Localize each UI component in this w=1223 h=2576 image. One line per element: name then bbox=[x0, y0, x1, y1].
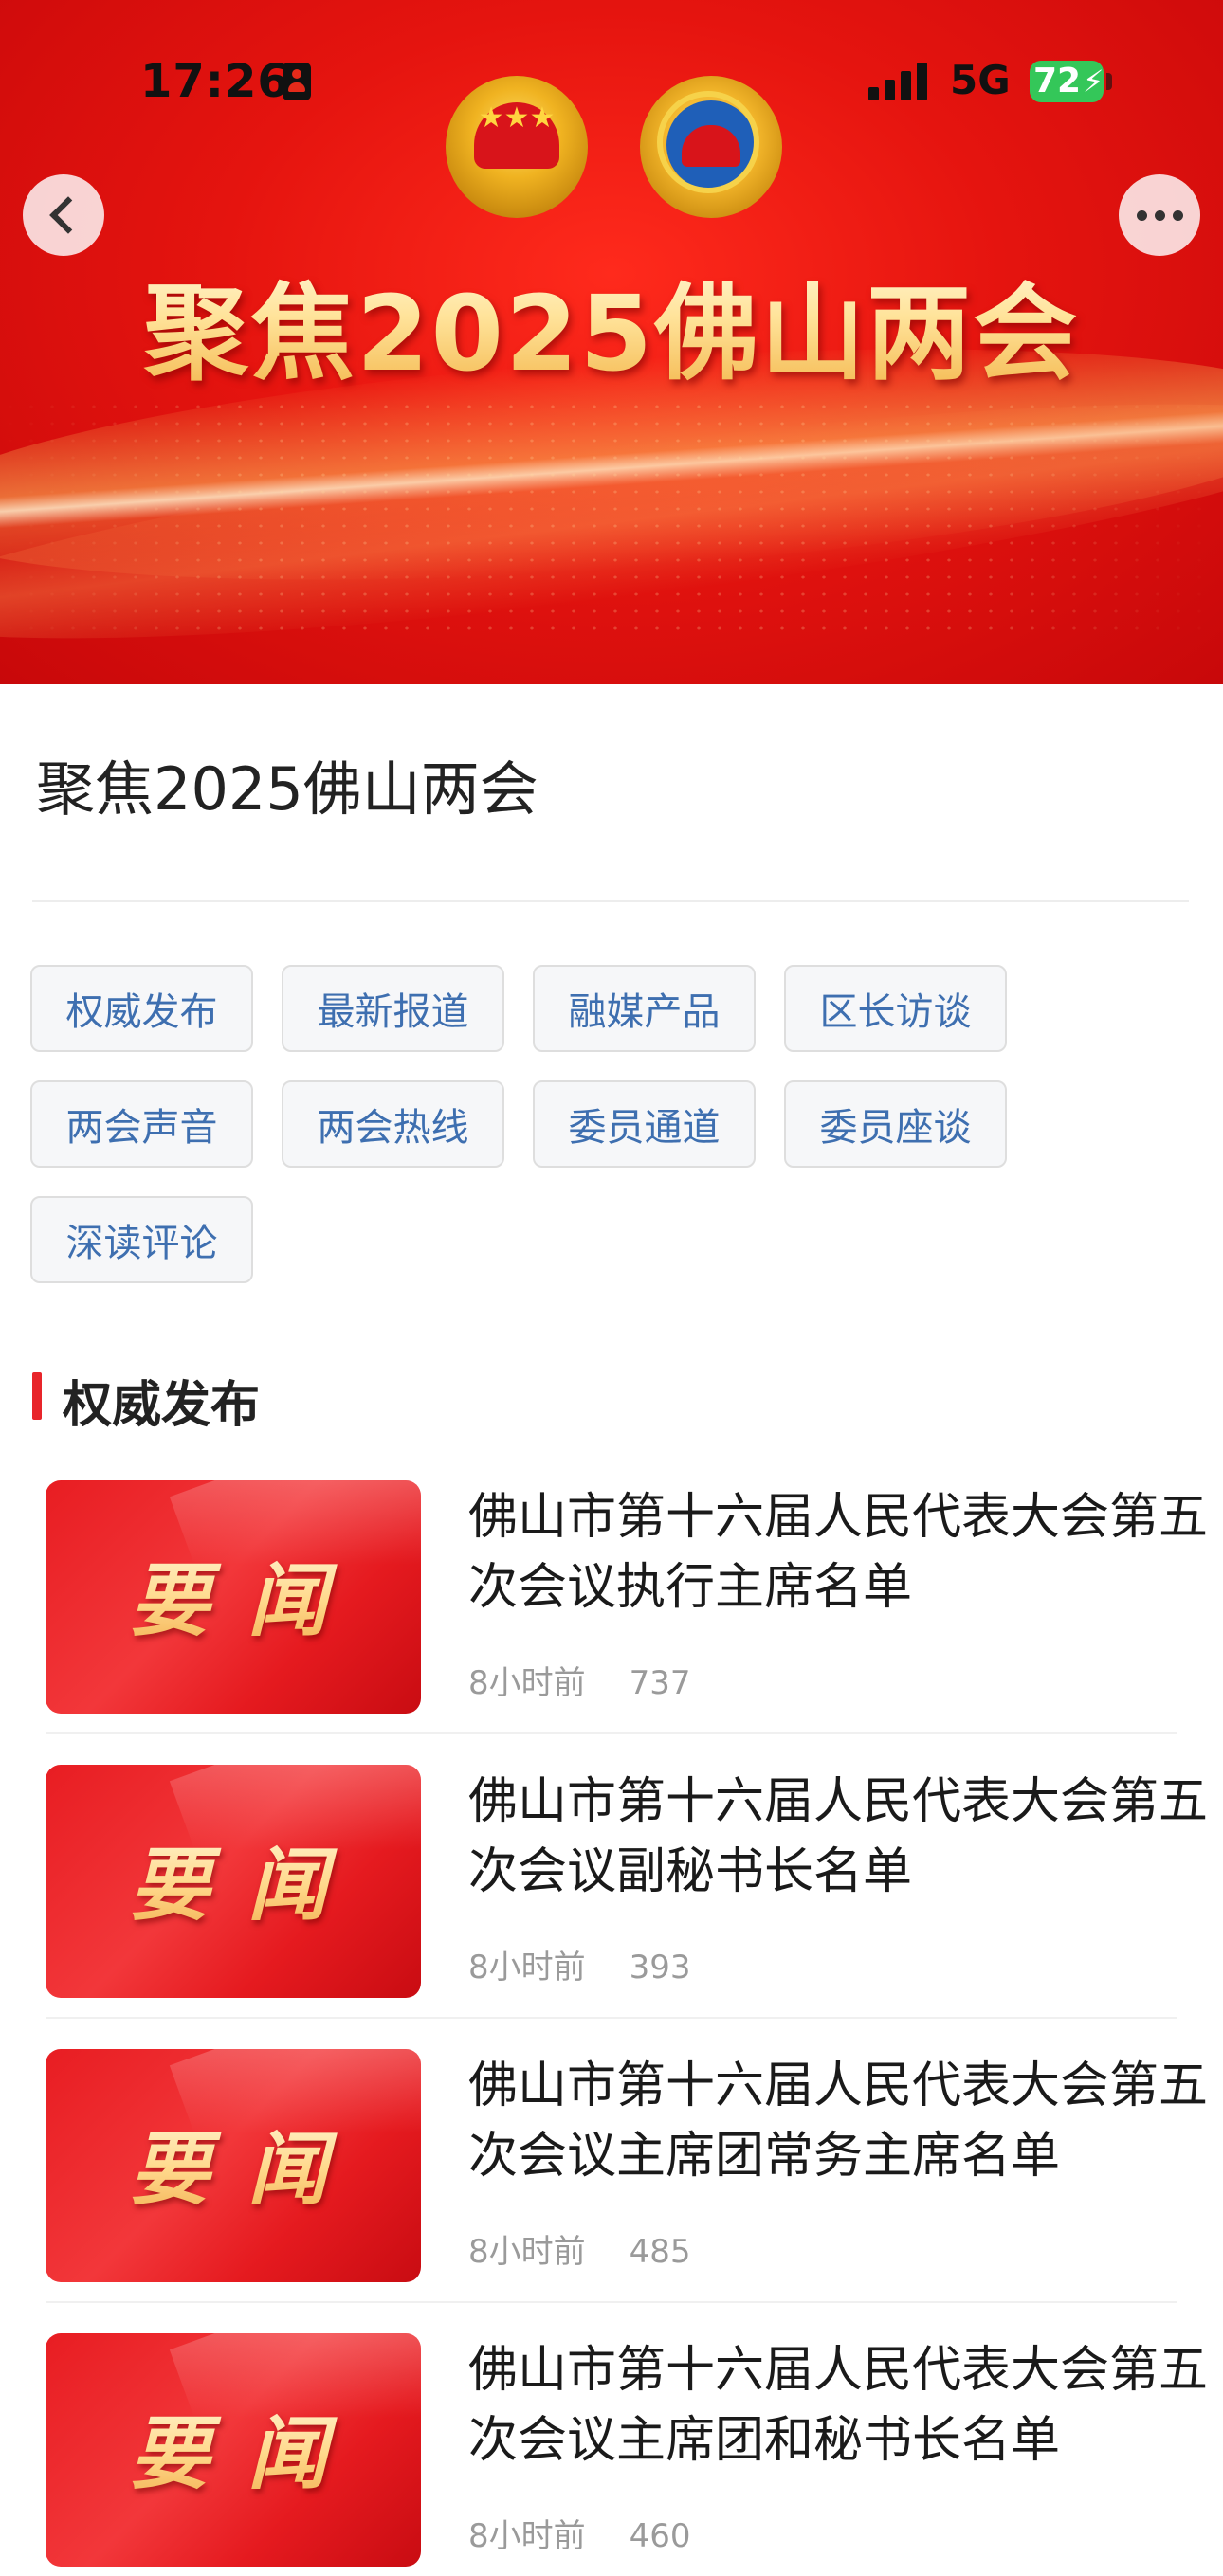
news-meta: 8小时前 460 bbox=[468, 2510, 735, 2556]
back-button[interactable] bbox=[23, 174, 104, 256]
more-dots-icon bbox=[1136, 209, 1183, 221]
tag-media-products[interactable]: 融媒产品 bbox=[533, 965, 756, 1052]
back-chevron-icon bbox=[49, 196, 87, 234]
news-meta: 8小时前 485 bbox=[468, 2225, 735, 2272]
network-label: 5G bbox=[950, 57, 1011, 103]
tag-authoritative-release[interactable]: 权威发布 bbox=[30, 965, 253, 1052]
battery-level: 72 bbox=[1033, 62, 1082, 100]
hero-banner: 17:26 5G 72 ⚡ ★★★ 聚焦2025佛山两会 bbox=[0, 0, 1223, 684]
news-separator bbox=[46, 2301, 1177, 2303]
news-thumbnail: 要闻 bbox=[46, 1480, 421, 1714]
news-thumbnail: 要闻 bbox=[46, 2333, 421, 2567]
signal-icon bbox=[868, 63, 929, 100]
battery-cap bbox=[1106, 73, 1112, 90]
divider bbox=[32, 900, 1189, 902]
news-separator bbox=[46, 2017, 1177, 2019]
news-time: 8小时前 bbox=[468, 1949, 586, 1986]
news-time: 8小时前 bbox=[468, 1664, 586, 1702]
news-headline[interactable]: 佛山市第十六届人民代表大会第五次会议执行主席名单 bbox=[468, 1482, 1223, 1623]
news-item[interactable]: 要闻 佛山市第十六届人民代表大会第五次会议主席团和秘书长名单 8小时前 460 bbox=[46, 2324, 1208, 2567]
news-views: 485 bbox=[629, 2233, 691, 2271]
news-meta: 8小时前 737 bbox=[468, 1657, 735, 1703]
tag-district-interviews[interactable]: 区长访谈 bbox=[784, 965, 1007, 1052]
news-thumbnail: 要闻 bbox=[46, 2049, 421, 2282]
news-item[interactable]: 要闻 佛山市第十六届人民代表大会第五次会议副秘书长名单 8小时前 393 bbox=[46, 1755, 1208, 2019]
charging-bolt-icon: ⚡ bbox=[1083, 63, 1104, 100]
news-meta: 8小时前 393 bbox=[468, 1941, 735, 1987]
news-separator bbox=[46, 1732, 1177, 1734]
news-thumbnail: 要闻 bbox=[46, 1765, 421, 1998]
section-accent-bar bbox=[32, 1372, 42, 1420]
hero-title: 聚焦2025佛山两会 bbox=[0, 248, 1223, 400]
news-item[interactable]: 要闻 佛山市第十六届人民代表大会第五次会议主席团常务主席名单 8小时前 485 bbox=[46, 2040, 1208, 2303]
news-thumbnail-label: 要闻 bbox=[46, 1537, 421, 1652]
news-thumbnail-label: 要闻 bbox=[46, 2390, 421, 2505]
hero-sparkle-dots bbox=[0, 398, 1223, 644]
page-title: 聚焦2025佛山两会 bbox=[36, 754, 538, 824]
status-time: 17:26 bbox=[140, 55, 290, 108]
more-button[interactable] bbox=[1119, 174, 1200, 256]
news-headline[interactable]: 佛山市第十六届人民代表大会第五次会议主席团和秘书长名单 bbox=[468, 2335, 1223, 2476]
tag-sessions-hotline[interactable]: 两会热线 bbox=[282, 1080, 504, 1168]
news-headline[interactable]: 佛山市第十六届人民代表大会第五次会议主席团常务主席名单 bbox=[468, 2051, 1223, 2191]
tag-member-forum[interactable]: 委员座谈 bbox=[784, 1080, 1007, 1168]
news-time: 8小时前 bbox=[468, 2517, 586, 2555]
news-views: 393 bbox=[629, 1949, 691, 1986]
news-thumbnail-label: 要闻 bbox=[46, 2106, 421, 2221]
news-time: 8小时前 bbox=[468, 2233, 586, 2271]
news-views: 460 bbox=[629, 2517, 691, 2555]
news-views: 737 bbox=[629, 1664, 691, 1702]
section-title: 权威发布 bbox=[63, 1377, 261, 1434]
national-emblem-icon: ★★★ bbox=[446, 76, 588, 218]
tag-member-channel[interactable]: 委员通道 bbox=[533, 1080, 756, 1168]
news-headline[interactable]: 佛山市第十六届人民代表大会第五次会议副秘书长名单 bbox=[468, 1767, 1223, 1907]
category-tags: 权威发布 最新报道 融媒产品 区长访谈 两会声音 两会热线 委员通道 委员座谈 … bbox=[30, 965, 1206, 1283]
news-item[interactable]: 要闻 佛山市第十六届人民代表大会第五次会议执行主席名单 8小时前 737 bbox=[46, 1471, 1208, 1734]
tag-sessions-voices[interactable]: 两会声音 bbox=[30, 1080, 253, 1168]
person-icon bbox=[283, 63, 311, 100]
tag-in-depth-commentary[interactable]: 深读评论 bbox=[30, 1196, 253, 1283]
cppcc-emblem-icon bbox=[640, 76, 782, 218]
tag-latest-reports[interactable]: 最新报道 bbox=[282, 965, 504, 1052]
news-thumbnail-label: 要闻 bbox=[46, 1822, 421, 1936]
